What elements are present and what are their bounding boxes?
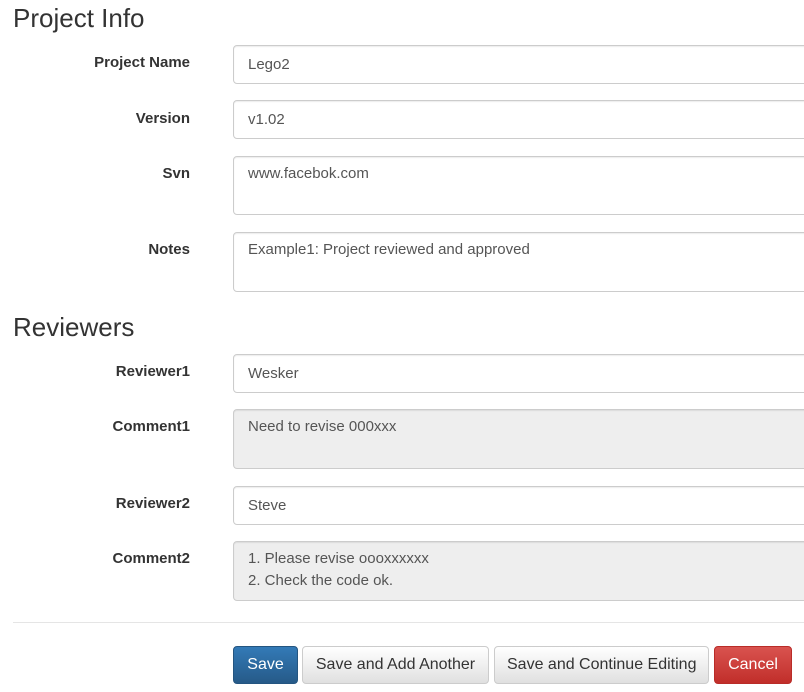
notes-label: Notes: [148, 241, 190, 258]
save-button[interactable]: Save: [233, 646, 298, 684]
svn-textarea[interactable]: www.facebok.com: [233, 156, 804, 215]
form-divider: [13, 622, 804, 623]
comment2-label: Comment2: [112, 550, 190, 567]
edit-form-page: Project Info Project Name Lego2 Version …: [0, 0, 804, 692]
reviewer2-label: Reviewer2: [115, 495, 190, 512]
comment1-textarea: Need to revise 000xxx: [233, 409, 804, 469]
cancel-button[interactable]: Cancel: [714, 646, 792, 684]
reviewer1-label: Reviewer1: [115, 363, 190, 380]
notes-textarea[interactable]: Example1: Project reviewed and approved: [233, 232, 804, 292]
save-and-continue-editing-button[interactable]: Save and Continue Editing: [494, 646, 709, 684]
comment1-label: Comment1: [112, 418, 190, 435]
version-input[interactable]: v1.02: [233, 100, 804, 139]
project-name-label: Project Name: [94, 54, 190, 71]
project-info-heading: Project Info: [13, 3, 145, 33]
reviewers-heading: Reviewers: [13, 312, 135, 342]
svn-label: Svn: [162, 165, 190, 182]
comment2-textarea: 1. Please revise oooxxxxxx 2. Check the …: [233, 541, 804, 601]
reviewer1-input[interactable]: Wesker: [233, 354, 804, 393]
save-and-add-another-button[interactable]: Save and Add Another: [302, 646, 489, 684]
version-label: Version: [135, 110, 190, 127]
project-name-input[interactable]: Lego2: [233, 45, 804, 84]
reviewer2-input[interactable]: Steve: [233, 486, 804, 525]
